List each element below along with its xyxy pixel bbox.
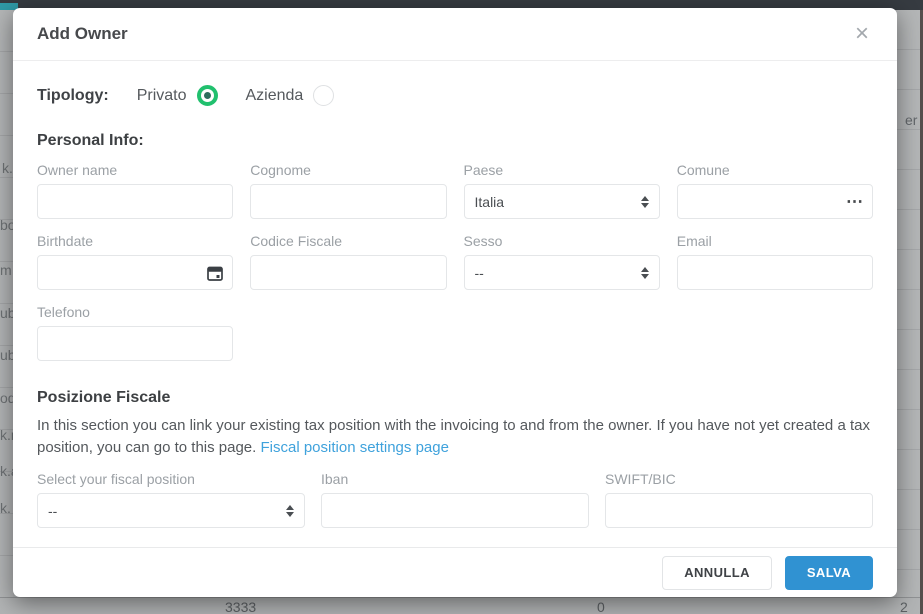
posizione-fiscale-heading: Posizione Fiscale (37, 389, 873, 407)
telefono-input[interactable] (37, 326, 233, 361)
owner-name-label: Owner name (37, 162, 233, 178)
birthdate-input[interactable] (37, 255, 233, 290)
paese-select[interactable]: Italia (464, 184, 660, 219)
birthdate-label: Birthdate (37, 233, 233, 249)
email-label: Email (677, 233, 873, 249)
codice-fiscale-input[interactable] (250, 255, 446, 290)
salva-button[interactable]: SALVA (785, 556, 873, 590)
select-arrows-icon (641, 196, 649, 208)
modal-body: Tipology: Privato Azienda Personal Info:… (13, 61, 897, 547)
cognome-label: Cognome (250, 162, 446, 178)
owner-name-input[interactable] (37, 184, 233, 219)
tipology-label: Tipology: (37, 87, 109, 105)
personal-info-heading: Personal Info: (37, 132, 873, 150)
paese-label: Paese (464, 162, 660, 178)
backdrop-text-fragment: er (905, 112, 917, 128)
radio-privato-selected[interactable] (197, 85, 218, 106)
radio-option-privato[interactable]: Privato (137, 85, 218, 106)
sesso-select[interactable]: -- (464, 255, 660, 290)
fiscal-description: In this section you can link your existi… (37, 415, 873, 459)
backdrop-table-cell: 0 (597, 599, 605, 614)
telefono-label: Telefono (37, 304, 233, 320)
field-fiscal-position: Select your fiscal position -- (37, 471, 305, 528)
select-arrows-icon (286, 505, 294, 517)
sesso-label: Sesso (464, 233, 660, 249)
field-email: Email (677, 233, 873, 290)
sesso-selected-value: -- (475, 265, 484, 281)
modal-title: Add Owner (37, 24, 128, 44)
close-icon[interactable]: × (851, 20, 873, 48)
iban-input[interactable] (321, 493, 589, 528)
backdrop-table-cell: 2 (900, 599, 908, 614)
backdrop-table-cell: 3333 (225, 599, 256, 614)
add-owner-modal: Add Owner × Tipology: Privato Azienda Pe… (13, 8, 897, 597)
comune-label: Comune (677, 162, 873, 178)
backdrop-text-fragment: k. (0, 500, 11, 516)
field-iban: Iban (321, 471, 589, 528)
fiscal-position-selected-value: -- (48, 503, 57, 519)
fiscal-position-settings-link[interactable]: Fiscal position settings page (261, 439, 449, 456)
calendar-icon[interactable] (206, 255, 224, 290)
email-input[interactable] (677, 255, 873, 290)
modal-footer: ANNULLA SALVA (13, 547, 897, 597)
comune-lookup-ellipsis-icon[interactable]: ⋯ (846, 184, 864, 219)
modal-header: Add Owner × (13, 8, 897, 61)
cognome-input[interactable] (250, 184, 446, 219)
radio-azienda-unselected[interactable] (313, 85, 334, 106)
backdrop-table-bottom-row (0, 597, 923, 614)
codice-fiscale-label: Codice Fiscale (250, 233, 446, 249)
field-swift-bic: SWIFT/BIC (605, 471, 873, 528)
field-codice-fiscale: Codice Fiscale (250, 233, 446, 290)
annulla-button[interactable]: ANNULLA (662, 556, 772, 590)
comune-input[interactable] (677, 184, 873, 219)
swift-bic-input[interactable] (605, 493, 873, 528)
paese-selected-value: Italia (475, 194, 505, 210)
backdrop-text-fragment: k. (2, 160, 13, 176)
iban-label: Iban (321, 471, 589, 487)
personal-info-grid: Owner name Cognome Paese Italia Comune ⋯ (37, 162, 873, 361)
field-owner-name: Owner name (37, 162, 233, 219)
field-telefono: Telefono (37, 304, 233, 361)
fiscal-position-select[interactable]: -- (37, 493, 305, 528)
field-paese: Paese Italia (464, 162, 660, 219)
field-birthdate: Birthdate (37, 233, 233, 290)
fiscal-description-text: In this section you can link your existi… (37, 417, 870, 456)
backdrop-table-right (897, 10, 920, 597)
swift-bic-label: SWIFT/BIC (605, 471, 873, 487)
radio-label-privato: Privato (137, 87, 187, 105)
field-cognome: Cognome (250, 162, 446, 219)
field-sesso: Sesso -- (464, 233, 660, 290)
radio-option-azienda[interactable]: Azienda (246, 85, 335, 106)
radio-label-azienda: Azienda (246, 87, 304, 105)
fiscal-grid: Select your fiscal position -- Iban SWIF… (37, 471, 873, 528)
select-arrows-icon (641, 267, 649, 279)
backdrop-text-fragment: m (0, 262, 12, 278)
field-comune: Comune ⋯ (677, 162, 873, 219)
tipology-row: Tipology: Privato Azienda (37, 85, 873, 106)
fiscal-position-label: Select your fiscal position (37, 471, 305, 487)
